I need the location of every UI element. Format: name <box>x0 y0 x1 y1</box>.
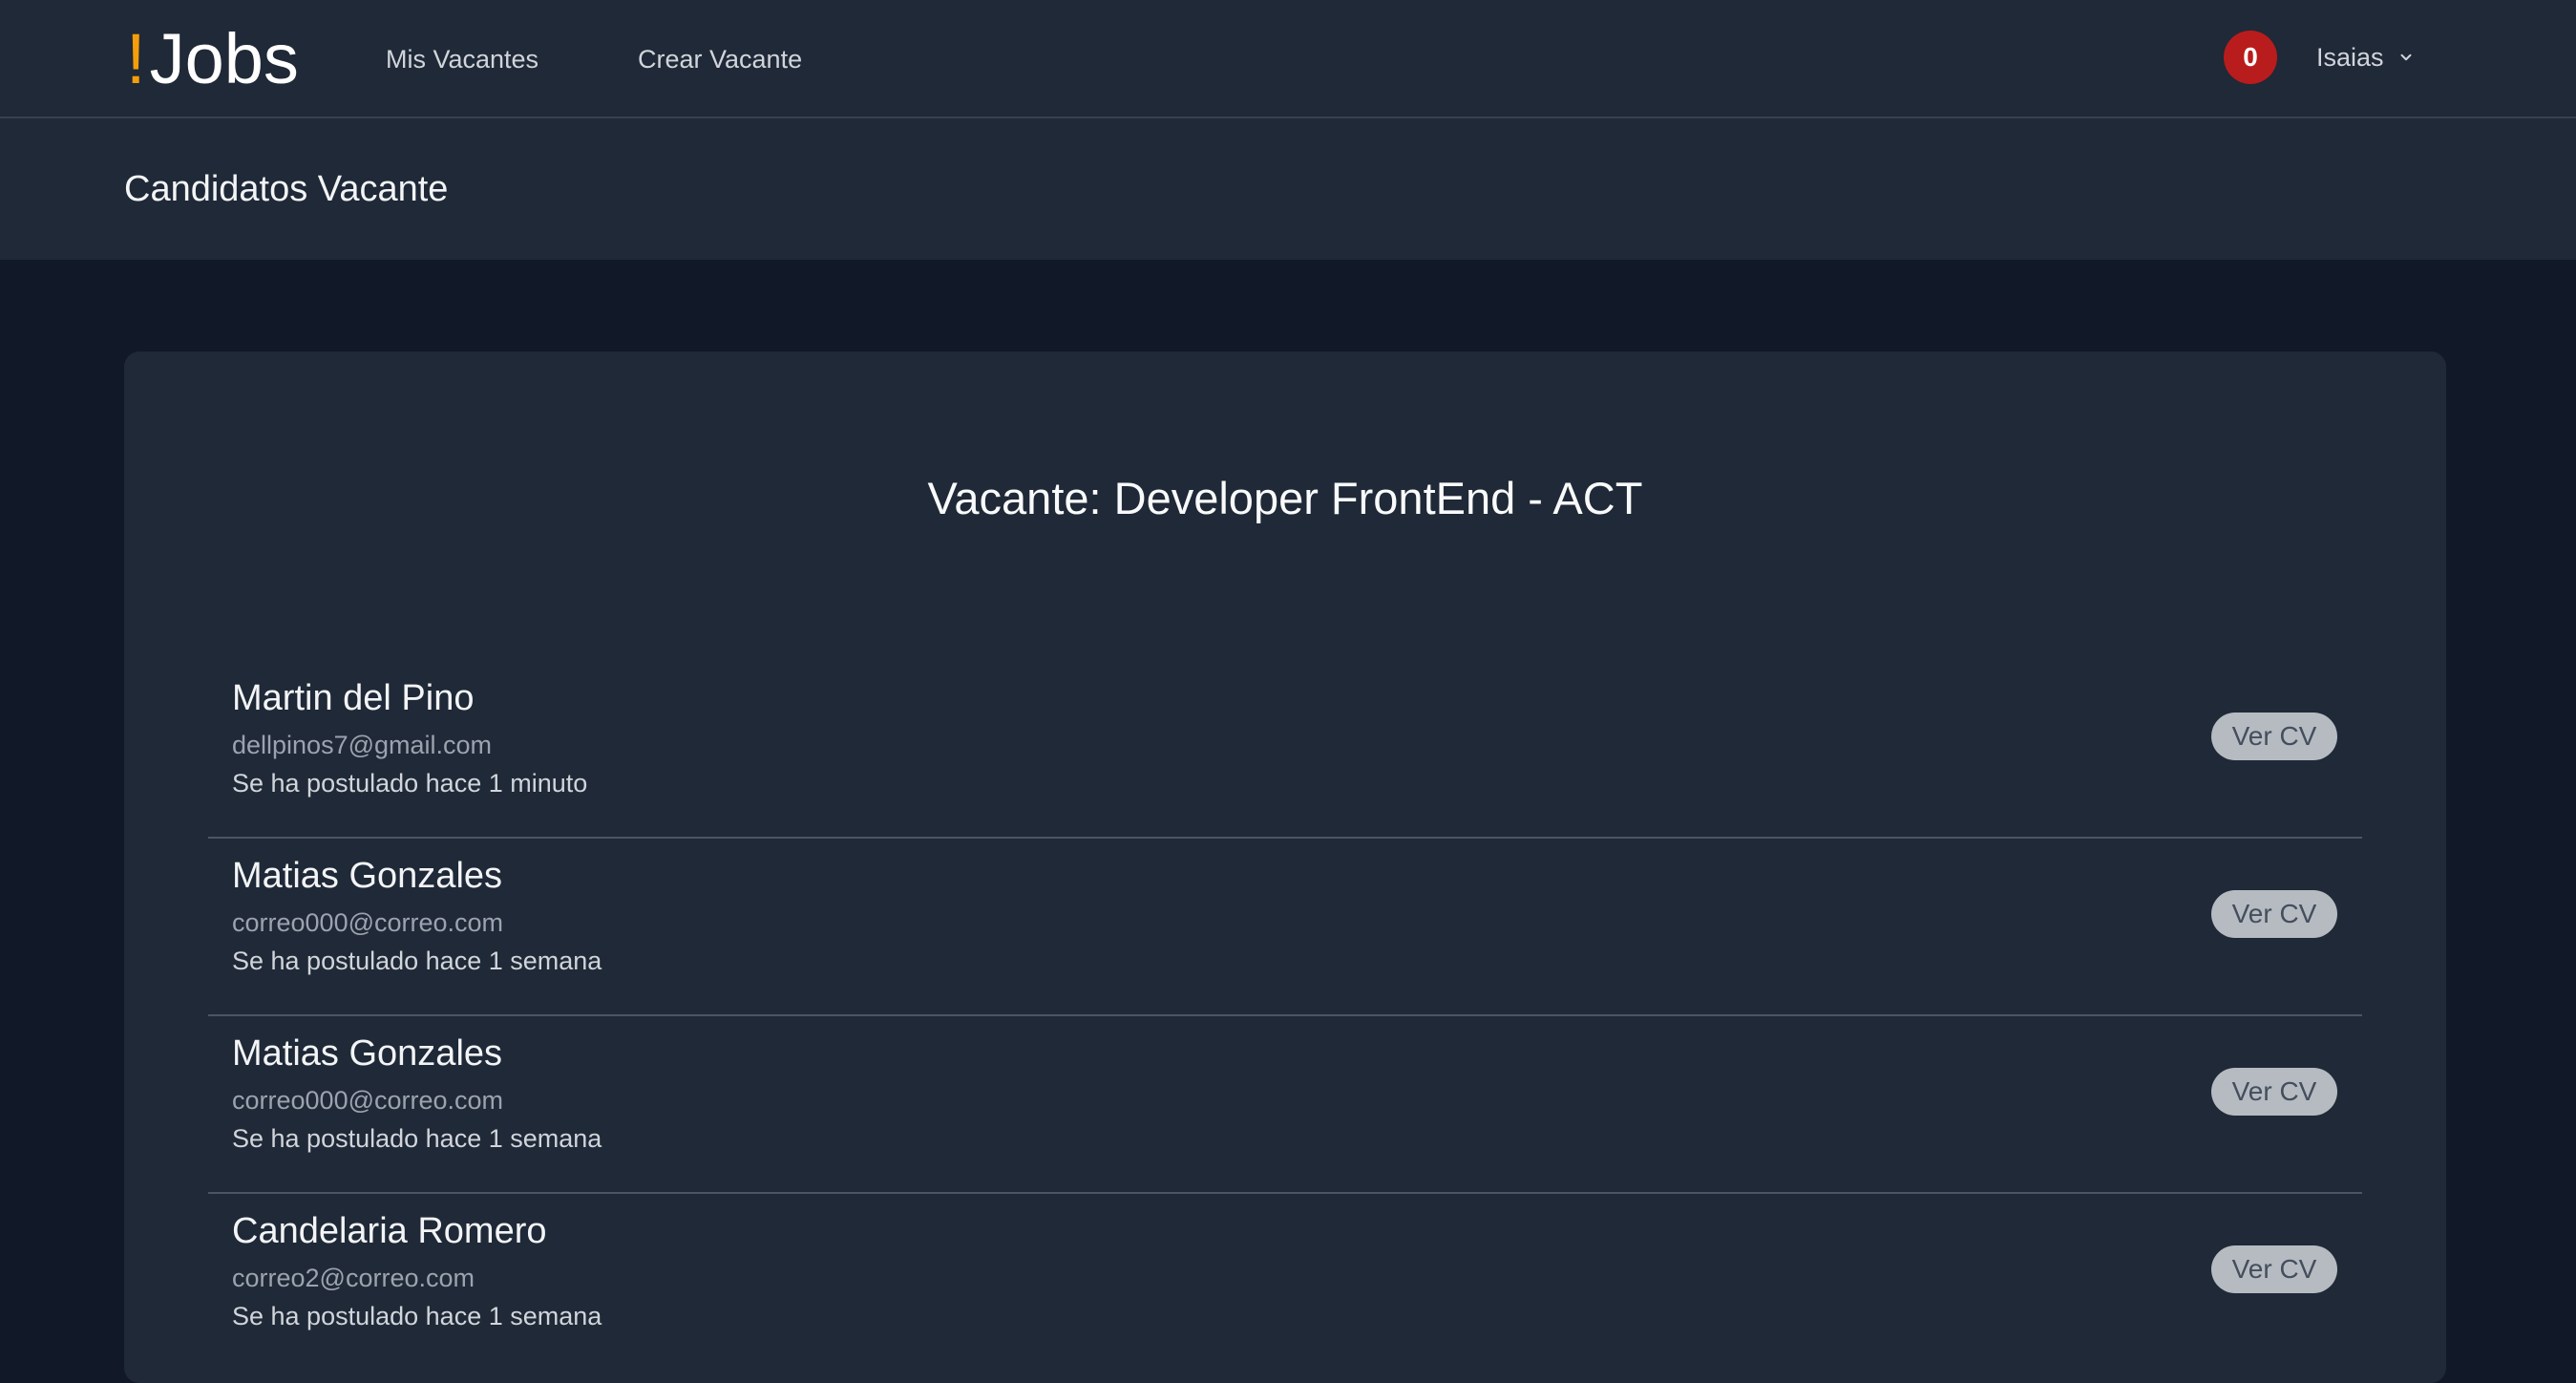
candidate-applied-date: Se ha postulado hace 1 semana <box>232 1302 602 1330</box>
top-navbar: ! Jobs Mis Vacantes Crear Vacante 0 Isai… <box>0 0 2576 118</box>
vacancy-title: Vacante: Developer FrontEnd - ACT <box>927 473 1643 523</box>
page-header: Candidatos Vacante <box>0 118 2576 260</box>
candidate-applied-date: Se ha postulado hace 1 semana <box>232 1124 602 1153</box>
view-cv-button[interactable]: Ver CV <box>2211 890 2337 938</box>
view-cv-button[interactable]: Ver CV <box>2211 1245 2337 1293</box>
candidate-name: Matias Gonzales <box>232 856 503 896</box>
user-name: Isaias <box>2316 42 2384 72</box>
candidate-name: Matias Gonzales <box>232 1033 503 1074</box>
list-item: Matias Gonzales correo000@correo.com Se … <box>208 1016 2362 1194</box>
logo-mark: ! <box>126 19 146 98</box>
candidate-name: Candelaria Romero <box>232 1211 547 1251</box>
view-cv-button[interactable]: Ver CV <box>2211 713 2337 760</box>
candidates-card: Vacante: Developer FrontEnd - ACT Martin… <box>124 351 2446 1383</box>
logo-text: Jobs <box>149 19 299 98</box>
list-item: Matias Gonzales correo000@correo.com Se … <box>208 839 2362 1016</box>
candidate-email: correo2@correo.com <box>232 1264 475 1292</box>
candidate-email: dellpinos7@gmail.com <box>232 731 493 759</box>
candidates-list: Martin del Pino dellpinos7@gmail.com Se … <box>208 661 2362 1372</box>
nav-link-crear-vacante[interactable]: Crear Vacante <box>638 40 802 78</box>
page-title: Candidatos Vacante <box>124 169 449 209</box>
nav-link-mis-vacantes[interactable]: Mis Vacantes <box>386 40 538 78</box>
list-item: Martin del Pino dellpinos7@gmail.com Se … <box>208 661 2362 839</box>
chevron-down-icon <box>2397 48 2417 67</box>
candidate-email: correo000@correo.com <box>232 908 504 937</box>
candidate-applied-date: Se ha postulado hace 1 semana <box>232 947 602 975</box>
candidate-name: Martin del Pino <box>232 678 475 718</box>
candidate-applied-date: Se ha postulado hace 1 minuto <box>232 769 588 798</box>
notifications-badge[interactable]: 0 <box>2224 31 2277 84</box>
user-menu-button[interactable]: Isaias <box>2316 38 2417 76</box>
list-item: Candelaria Romero correo2@correo.com Se … <box>208 1194 2362 1372</box>
view-cv-button[interactable]: Ver CV <box>2211 1068 2337 1116</box>
app-logo[interactable]: ! Jobs <box>126 21 299 97</box>
candidate-email: correo000@correo.com <box>232 1086 504 1115</box>
